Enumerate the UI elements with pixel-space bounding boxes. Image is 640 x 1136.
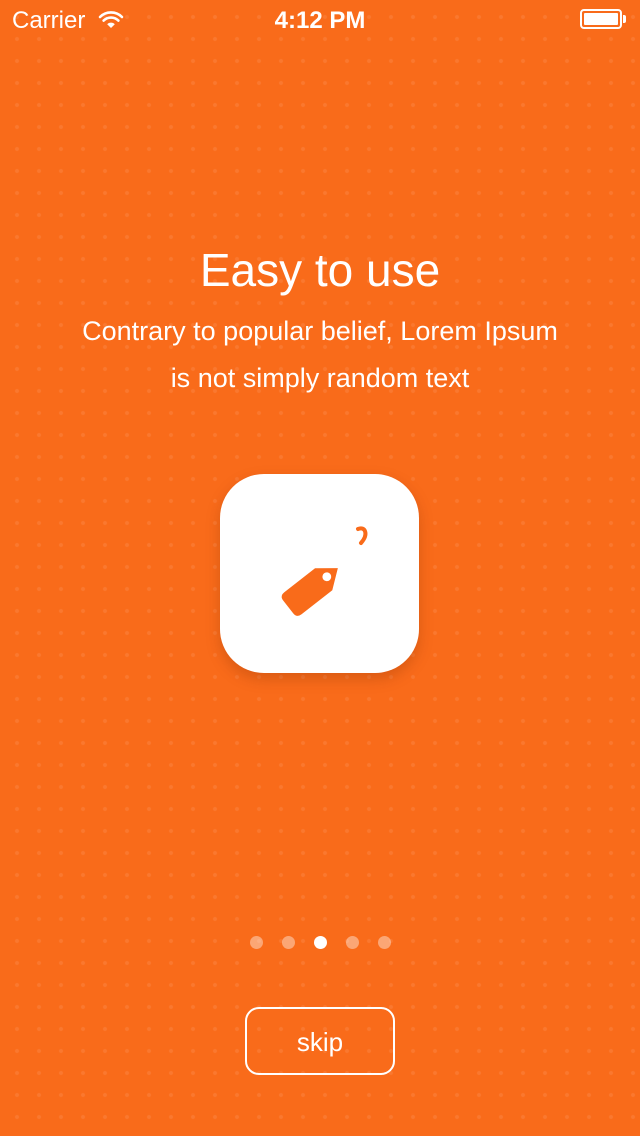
page-indicator[interactable] bbox=[0, 936, 640, 950]
feature-icon-tile bbox=[220, 474, 419, 673]
price-tag-icon bbox=[281, 526, 368, 616]
page-dot[interactable] bbox=[249, 936, 263, 949]
skip-button[interactable]: skip bbox=[245, 1007, 395, 1075]
onboarding-subtitle: Contrary to popular belief, Lorem Ipsum … bbox=[82, 316, 558, 393]
page-dot[interactable] bbox=[281, 936, 295, 949]
status-time: 4:12 PM bbox=[274, 7, 366, 34]
page-dot[interactable] bbox=[345, 936, 359, 949]
page-dot[interactable] bbox=[377, 936, 391, 949]
status-bar: Carrier 4:12 PM bbox=[0, 0, 640, 40]
onboarding-title: Easy to use bbox=[199, 244, 441, 296]
page-dot[interactable] bbox=[313, 936, 327, 949]
battery-icon bbox=[580, 9, 626, 29]
